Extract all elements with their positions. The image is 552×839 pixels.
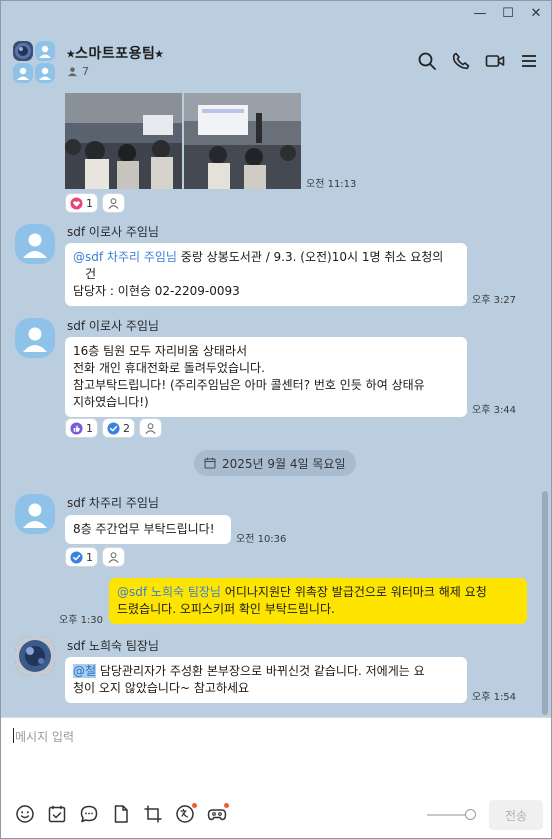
message-time: 오후 1:54 (472, 692, 517, 703)
sender-avatar[interactable] (15, 318, 55, 358)
maximize-button[interactable]: ☐ (501, 7, 515, 21)
message-text: 담당자 : 이현승 02-2209-0093 (73, 284, 240, 298)
chat-bubble-icon[interactable] (79, 804, 99, 824)
member-count[interactable]: 7 (67, 65, 89, 78)
person-outline-icon (108, 551, 119, 563)
message-text: 담당관리자가 주성환 본부장으로 바뀌신것 같습니다. 저에게는 요 (96, 664, 425, 678)
add-reaction-button[interactable] (102, 547, 125, 567)
calendar-check-icon[interactable] (47, 804, 67, 824)
member-count-value: 7 (82, 65, 89, 78)
mention[interactable]: @sdf 노희숙 팀장님 (117, 585, 221, 599)
default-avatar-icon (35, 63, 55, 83)
reaction-row: 1 2 (65, 418, 162, 438)
sender-name: sdf 이로사 주임님 (67, 225, 159, 239)
file-icon[interactable] (111, 804, 131, 824)
check-icon (70, 550, 83, 564)
reaction-count: 1 (86, 421, 93, 435)
game-controller-icon[interactable] (207, 803, 229, 824)
message-list[interactable]: 오전 11:13 1 sdf 이로사 주임님 @sdf 차주리 주임님 중랑 상… (1, 91, 551, 717)
message-bubble[interactable]: @sdf 차주리 주임님 중랑 상봉도서관 / 9.3. (오전)10시 1명 … (65, 243, 467, 306)
message-time: 오후 3:27 (472, 295, 517, 306)
message-text: 전화 개인 휴대전화로 돌려두었습니다. (73, 361, 265, 375)
menu-icon[interactable] (519, 51, 539, 71)
reaction-thumbs-up[interactable]: 1 (65, 418, 98, 438)
thumbs-up-icon (70, 421, 83, 435)
sender-avatar[interactable] (15, 224, 55, 264)
header-actions (417, 51, 539, 71)
search-icon[interactable] (417, 51, 437, 71)
message-text: 청이 오지 않았습니다~ 참고하세요 (73, 681, 250, 695)
member-photo-avatar (13, 41, 33, 61)
person-icon (67, 67, 78, 77)
message-text: 지하였습니다!) (73, 395, 149, 409)
composer-toolbar (15, 803, 229, 824)
date-text: 2025년 9월 4일 목요일 (222, 456, 346, 471)
new-badge-dot (192, 803, 197, 808)
composer: 메시지 입력 전송 (1, 717, 551, 838)
message-time: 오후 3:44 (472, 405, 517, 416)
new-badge-dot (224, 803, 229, 808)
message-bubble[interactable]: 16층 팀원 모두 자리비움 상태라서 전화 개인 휴대전화로 돌려두었습니다.… (65, 337, 467, 417)
room-avatar[interactable] (13, 41, 55, 83)
add-reaction-button[interactable] (102, 193, 125, 213)
reaction-count: 1 (86, 550, 93, 564)
minimize-button[interactable]: — (473, 7, 487, 21)
window-controls: — ☐ ✕ (473, 7, 543, 21)
reaction-row: 1 (65, 547, 125, 567)
reaction-heart[interactable]: 1 (65, 193, 98, 213)
mention[interactable]: @sdf 차주리 주임님 (73, 250, 177, 264)
sender-name: sdf 노희숙 팀장님 (67, 639, 159, 653)
room-title[interactable]: ⭑스마트포용팀⭑ (67, 43, 163, 63)
reaction-check[interactable]: 1 (65, 547, 98, 567)
message-bubble[interactable]: 8층 주간업무 부탁드립니다! (65, 515, 231, 544)
message-bubble[interactable]: @철 담당관리자가 주성환 본부장으로 바뀌신것 같습니다. 저에게는 요 청이… (65, 657, 467, 703)
message-text: 건 (85, 267, 97, 281)
sender-name: sdf 이로사 주임님 (67, 319, 159, 333)
photo-message[interactable] (65, 93, 301, 189)
sender-avatar[interactable] (15, 494, 55, 534)
emoticon-icon[interactable] (15, 804, 35, 824)
check-icon (107, 421, 120, 435)
sender-avatar[interactable] (15, 636, 55, 676)
phone-icon[interactable] (451, 51, 471, 71)
scrollbar-thumb[interactable] (542, 491, 548, 715)
reaction-count: 2 (123, 421, 130, 435)
reaction-count: 1 (86, 196, 93, 210)
reaction-row: 1 (65, 193, 125, 213)
person-outline-icon (108, 197, 119, 209)
default-avatar-icon (35, 41, 55, 61)
close-button[interactable]: ✕ (529, 7, 543, 21)
message-text: 드렸습니다. 오피스키퍼 확인 부탁드립니다. (117, 602, 335, 616)
calendar-icon (204, 457, 216, 469)
chat-window: — ☐ ✕ ⭑스마트포용팀⭑ 7 오전 11:13 1 sdf 이로사 주임님 … (1, 1, 551, 838)
translate-icon[interactable] (175, 803, 197, 824)
text-caret (13, 728, 14, 743)
mention[interactable]: @철 (73, 664, 97, 678)
chat-header: ⭑스마트포용팀⭑ 7 (1, 29, 551, 91)
heart-icon (70, 196, 83, 210)
photo-thumbnail[interactable] (65, 93, 182, 189)
default-avatar-icon (13, 63, 33, 83)
message-text: 중랑 상봉도서관 / 9.3. (오전)10시 1명 취소 요청의 (176, 250, 444, 264)
add-reaction-button[interactable] (139, 418, 162, 438)
message-input[interactable]: 메시지 입력 (15, 728, 74, 745)
message-time: 오후 1:30 (59, 615, 104, 626)
my-message-bubble[interactable]: @sdf 노희숙 팀장님 어디나지원단 위촉장 발급건으로 워터마크 해제 요청… (109, 578, 527, 624)
video-call-icon[interactable] (485, 51, 505, 71)
reaction-check[interactable]: 2 (102, 418, 135, 438)
person-outline-icon (145, 422, 156, 434)
crop-icon[interactable] (143, 804, 163, 824)
sender-name: sdf 차주리 주임님 (67, 496, 159, 510)
message-text: 8층 주간업무 부탁드립니다! (73, 522, 215, 536)
photo-thumbnail[interactable] (184, 93, 301, 189)
message-text: 16층 팀원 모두 자리비움 상태라서 (73, 344, 248, 358)
message-time: 오전 11:13 (306, 179, 357, 190)
message-text: 어디나지원단 위촉장 발급건으로 워터마크 해제 요청 (220, 585, 487, 599)
opacity-slider-knob[interactable] (465, 809, 476, 820)
date-divider: 2025년 9월 4일 목요일 (194, 450, 356, 476)
message-time: 오전 10:36 (236, 534, 287, 545)
message-text: 참고부탁드립니다! (주리주임님은 아마 콜센터? 번호 인듯 하여 상태유 (73, 378, 425, 392)
send-button[interactable]: 전송 (489, 800, 543, 830)
